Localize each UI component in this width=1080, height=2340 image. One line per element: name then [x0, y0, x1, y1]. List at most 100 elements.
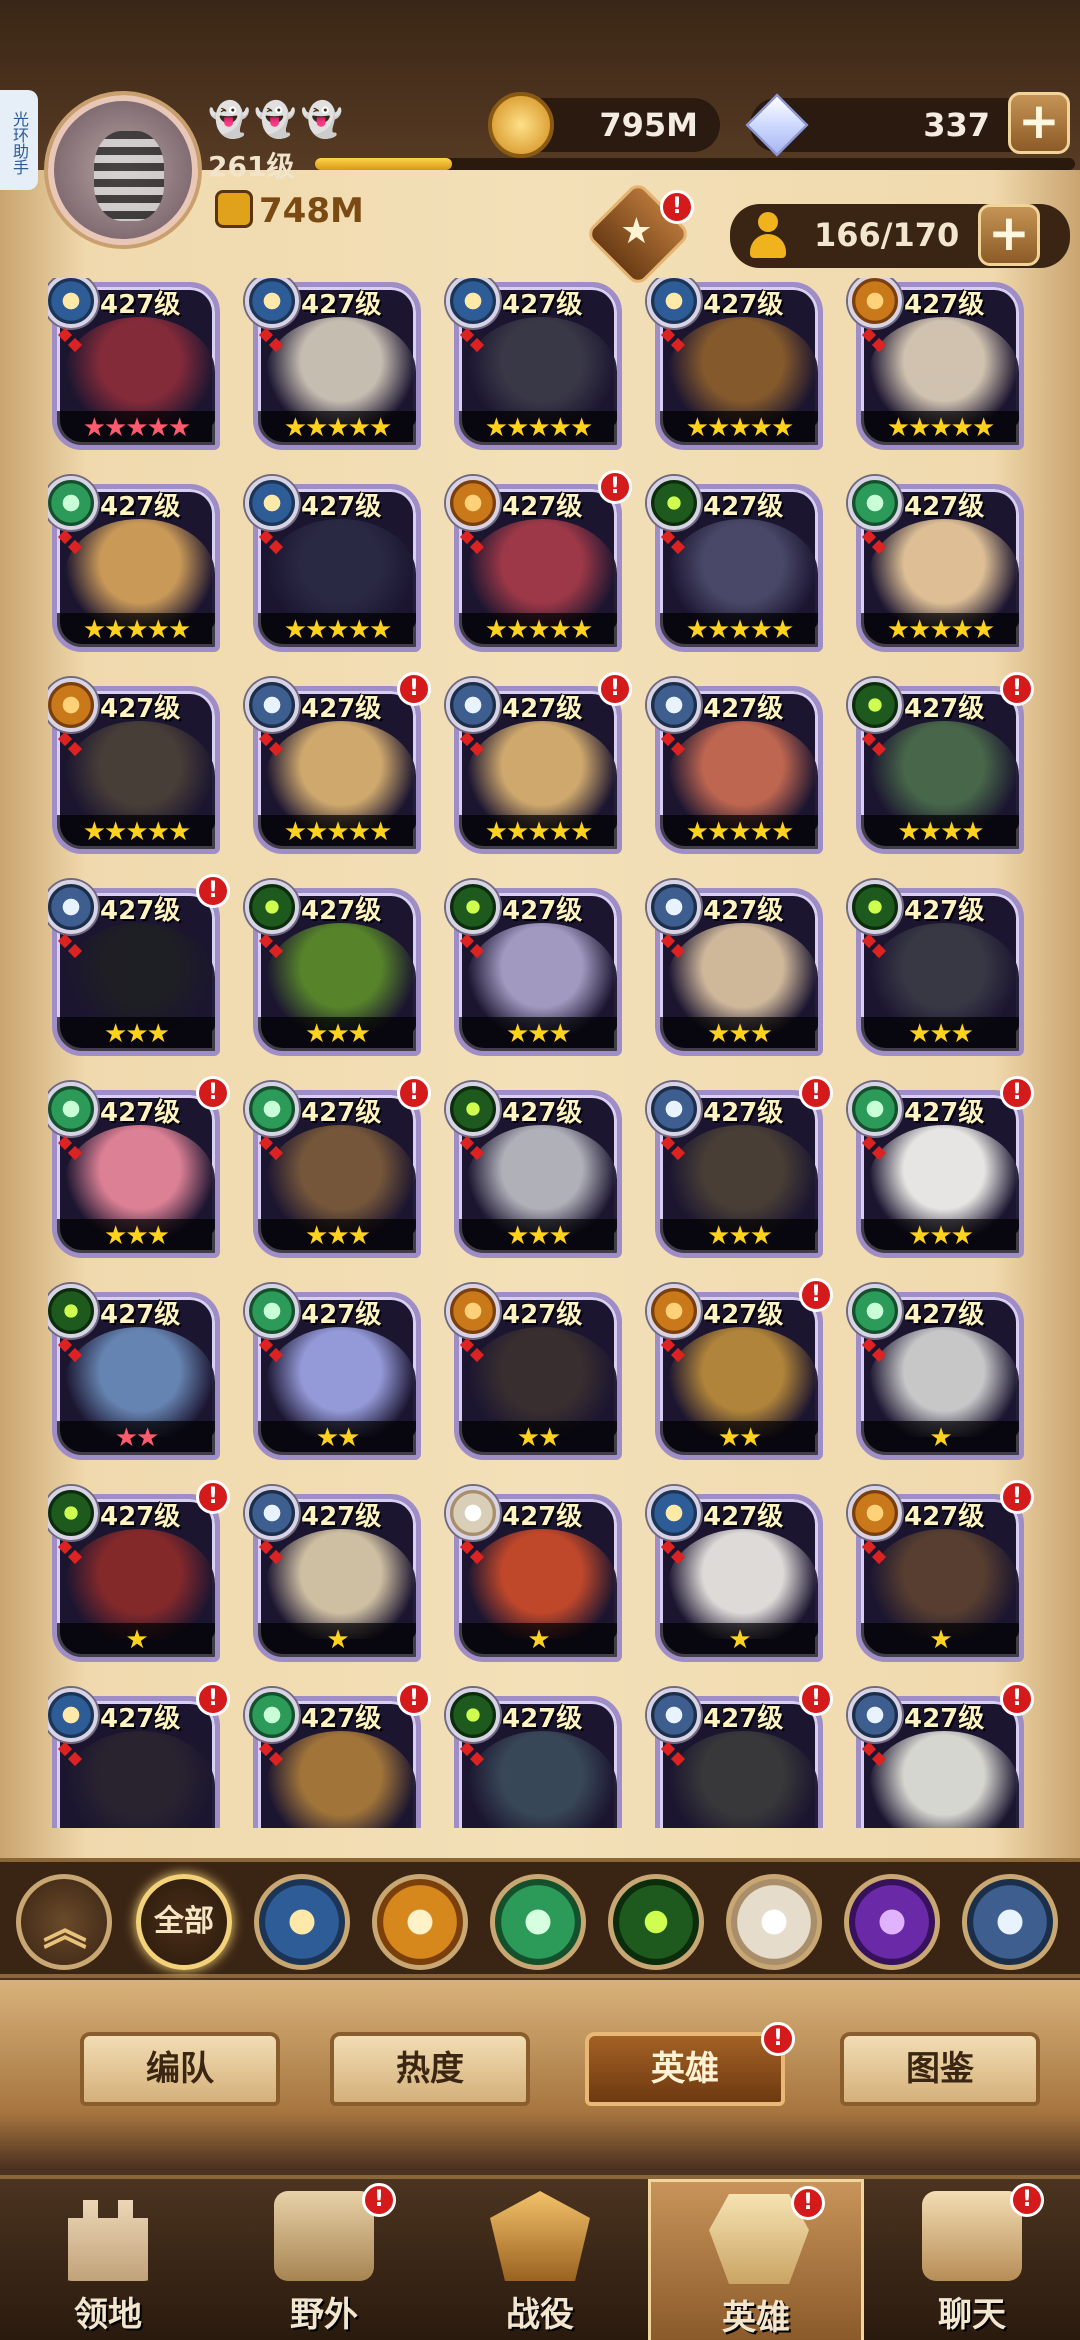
dimensional-faction-icon	[446, 678, 500, 732]
avatar[interactable]	[48, 95, 198, 245]
hero-alert-badge: !	[799, 1076, 833, 1110]
filter-lightbearer-button[interactable]	[254, 1874, 350, 1970]
hero-card[interactable]: ★★★★★ 427级	[848, 278, 1024, 450]
hero-card[interactable]: ★★★ 427级!	[848, 1076, 1034, 1258]
hero-card[interactable]: ★ 427级	[848, 1284, 1024, 1460]
hero-stars-bar: ★★	[660, 1421, 818, 1455]
ascension-gem-icon	[864, 1744, 884, 1772]
nav-chat-bubble[interactable]: 聊天!	[864, 2179, 1080, 2340]
hero-stars: ★★	[717, 1423, 763, 1453]
subtab-0[interactable]: 编队	[80, 2032, 280, 2106]
hero-card[interactable]: ★★★ 427级!	[245, 1076, 431, 1258]
hero-card[interactable]: ★★ 427级	[48, 1284, 220, 1460]
filter-celestial-button[interactable]	[726, 1874, 822, 1970]
hero-stars-bar: ★★	[57, 1421, 215, 1455]
hero-card[interactable]: 427级!	[48, 1682, 230, 1828]
subtab-1[interactable]: 热度	[330, 2032, 530, 2106]
hero-card[interactable]: ★★★★ 427级!	[848, 672, 1034, 854]
hero-card[interactable]: ★★★ 427级	[446, 1082, 622, 1258]
hero-card[interactable]: ★★★★★ 427级	[848, 476, 1024, 652]
ascension-gem-icon	[462, 734, 482, 762]
hero-card[interactable]: ★★★★★ 427级	[647, 278, 823, 450]
ascension-gem-icon	[261, 1542, 281, 1570]
hero-card[interactable]: ★ 427级!	[48, 1480, 230, 1662]
dimensional-faction-icon	[647, 1082, 701, 1136]
hero-card[interactable]: ★★★★★ 427级	[48, 278, 220, 450]
hero-alert-badge: !	[799, 1278, 833, 1312]
filter-mauler-button[interactable]	[372, 1874, 468, 1970]
hero-card[interactable]: ★★★ 427级	[848, 880, 1024, 1056]
hero-card[interactable]: ★★★ 427级	[647, 880, 823, 1056]
hero-level: 427级	[904, 492, 985, 522]
hero-stars: ★★★	[506, 1221, 572, 1251]
hero-card[interactable]: ★★★ 427级!	[48, 1076, 230, 1258]
add-diamonds-button[interactable]: +	[1008, 92, 1070, 154]
hero-card[interactable]: 427级!	[848, 1682, 1034, 1828]
helper-side-tab[interactable]: 光环助手	[0, 90, 38, 190]
hero-stars: ★	[929, 1423, 952, 1453]
hero-level: 427级	[301, 694, 382, 724]
nav-battle-shield[interactable]: 战役	[432, 2179, 648, 2340]
ascension-gem-icon	[60, 734, 80, 762]
hero-stars-bar: ★★★★★	[459, 613, 617, 647]
hero-card[interactable]: ★★★ 427级!	[48, 874, 230, 1056]
hero-stars: ★★★★★	[82, 817, 192, 847]
hero-card[interactable]: ★★★★★ 427级	[48, 678, 220, 854]
hero-stars: ★★★★★	[484, 817, 594, 847]
subtab-2[interactable]: 英雄!	[585, 2022, 795, 2106]
filter-alert-badge: !	[660, 190, 694, 224]
hero-card[interactable]: ★★★★★ 427级	[446, 278, 622, 450]
nav-castle[interactable]: 领地	[0, 2179, 216, 2340]
hero-portrait	[65, 1731, 215, 1828]
hero-card[interactable]: 427级!	[245, 1682, 431, 1828]
ascension-gem-icon	[462, 532, 482, 560]
hero-level: 427级	[502, 896, 583, 926]
gold-counter: 795M	[488, 92, 720, 158]
ascension-gem-icon	[864, 936, 884, 964]
hero-card[interactable]: ★ 427级!	[848, 1480, 1034, 1662]
hero-level: 427级	[100, 1502, 181, 1532]
hero-card[interactable]: ★ 427级	[446, 1486, 622, 1662]
collapse-filter-button[interactable]: ︽	[16, 1874, 112, 1970]
nav-hero-helmet[interactable]: 英雄!	[648, 2179, 864, 2340]
hero-level: 427级	[904, 1502, 985, 1532]
hero-card[interactable]: ★★★★★ 427级!	[446, 672, 632, 854]
hero-card[interactable]: ★★★★★ 427级	[647, 678, 823, 854]
filter-graveborn-button[interactable]	[608, 1874, 704, 1970]
person-icon	[748, 212, 788, 258]
filter-all-button[interactable]: 全部	[136, 1874, 232, 1970]
ascension-gem-icon	[462, 1542, 482, 1570]
hero-stars-bar: ★★★	[258, 1219, 416, 1253]
hero-card[interactable]: ★★★ 427级	[245, 880, 421, 1056]
hero-card[interactable]: ★ 427级	[647, 1486, 823, 1662]
hero-level: 427级	[502, 290, 583, 320]
hero-level: 427级	[502, 1098, 583, 1128]
hero-alert-badge: !	[598, 470, 632, 504]
hero-card[interactable]: ★★★★★ 427级	[245, 278, 421, 450]
hero-level: 427级	[100, 1098, 181, 1128]
hero-card[interactable]: ★★★★★ 427级	[647, 476, 823, 652]
ascension-gem-icon	[663, 1744, 683, 1772]
hero-card[interactable]: 427级	[446, 1688, 622, 1828]
nav-scroll-map[interactable]: 野外!	[216, 2179, 432, 2340]
hero-stars-bar: ★★★	[459, 1219, 617, 1253]
hero-card[interactable]: ★★ 427级!	[647, 1278, 833, 1460]
hero-card[interactable]: ★★ 427级	[446, 1284, 622, 1460]
filter-hypogean-button[interactable]	[844, 1874, 940, 1970]
hero-card[interactable]: 427级!	[647, 1682, 833, 1828]
lightbearer-faction-icon	[647, 1486, 701, 1540]
hero-card[interactable]: ★★★★★ 427级	[48, 476, 220, 652]
add-hero-slots-button[interactable]: +	[978, 204, 1040, 266]
hero-card[interactable]: ★★★★★ 427级!	[245, 672, 431, 854]
nav-label: 英雄	[722, 2298, 790, 2338]
hero-card[interactable]: ★★★★★ 427级	[245, 476, 421, 652]
hero-card[interactable]: ★★★ 427级	[446, 880, 622, 1056]
hero-card[interactable]: ★★★ 427级!	[647, 1076, 833, 1258]
subtab-3[interactable]: 图鉴	[840, 2032, 1040, 2106]
filter-dimensional-button[interactable]	[962, 1874, 1058, 1970]
hero-card[interactable]: ★★ 427级	[245, 1284, 421, 1460]
hero-card[interactable]: ★★★★★ 427级!	[446, 470, 632, 652]
ascension-gem-icon	[663, 330, 683, 358]
hero-card[interactable]: ★ 427级	[245, 1486, 421, 1662]
filter-wilder-button[interactable]	[490, 1874, 586, 1970]
